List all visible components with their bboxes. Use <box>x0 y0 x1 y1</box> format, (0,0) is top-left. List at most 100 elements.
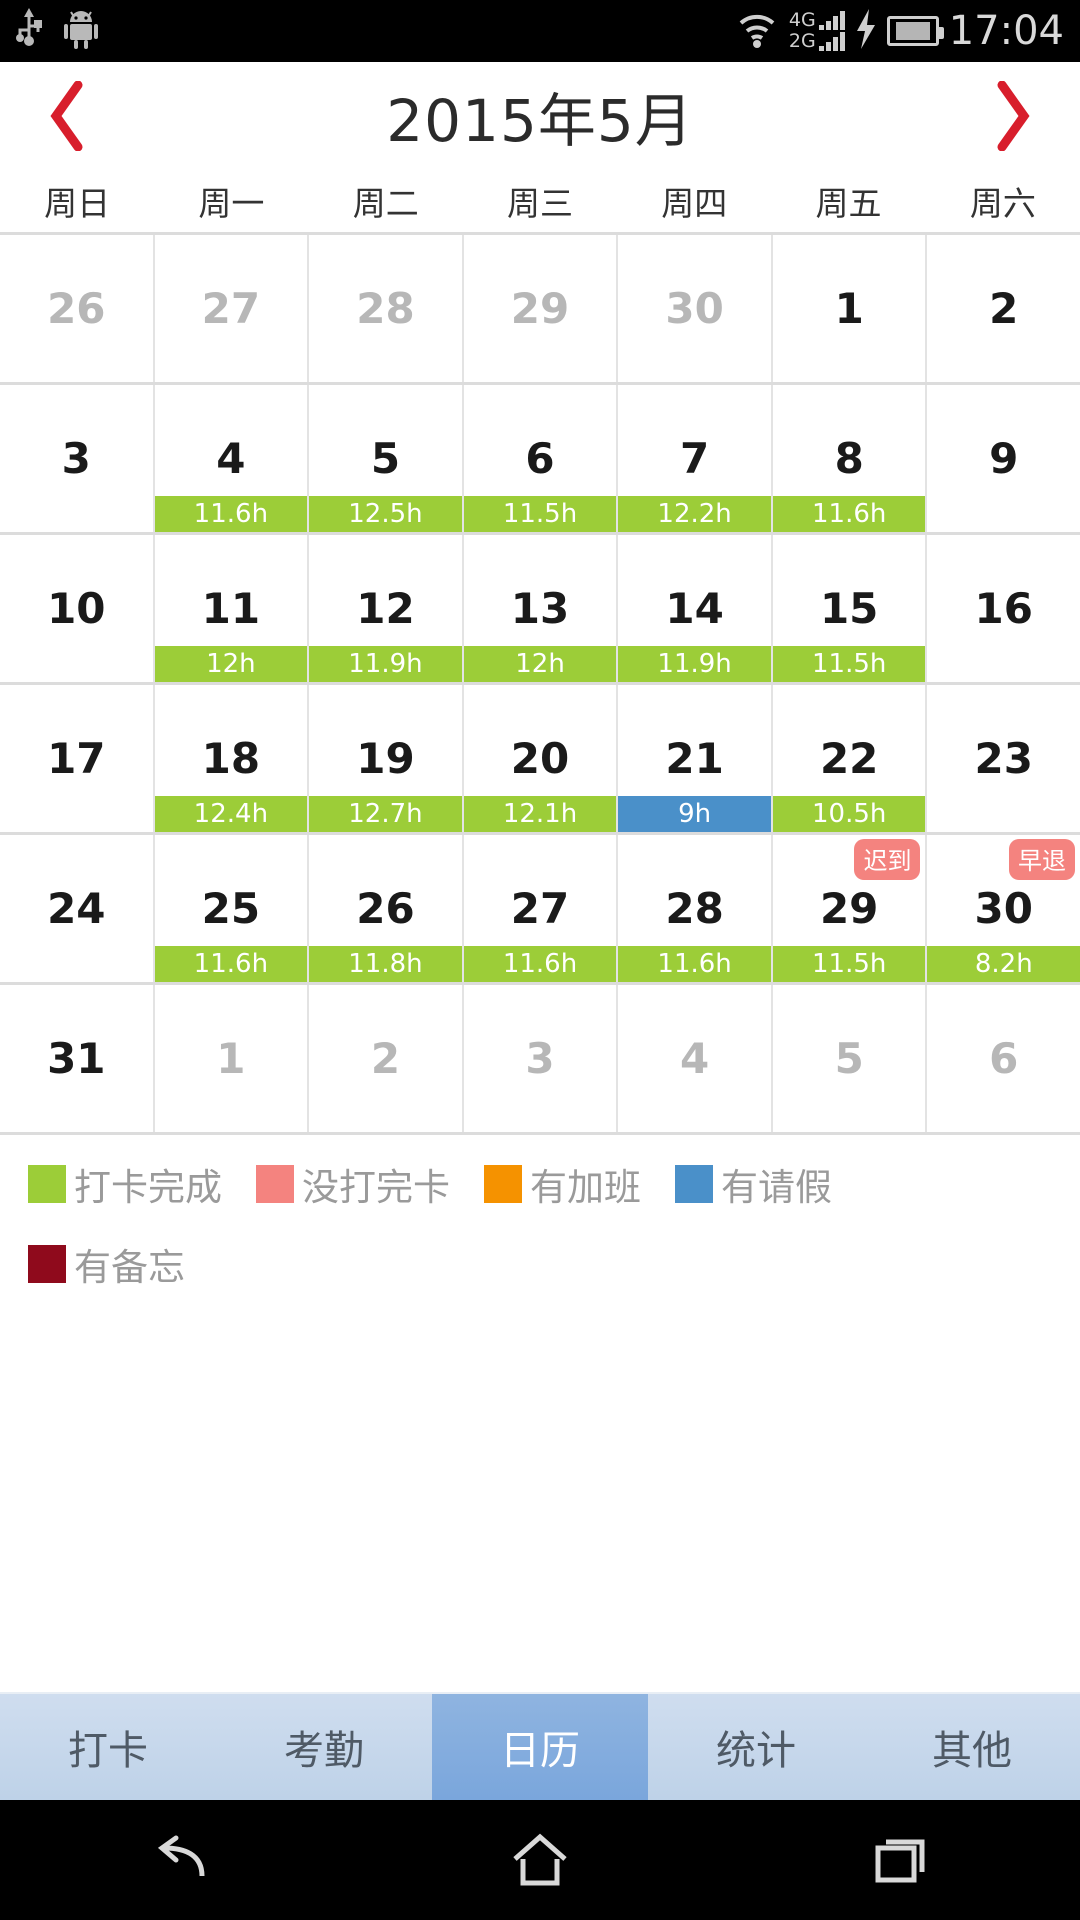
calendar-week-row: 10 11 12h 12 11.9h 13 12h 14 11.9h 15 11.5h 16 <box>0 535 1080 685</box>
recents-icon[interactable] <box>840 1800 960 1920</box>
day-number: 4 <box>679 1034 710 1083</box>
calendar-day-cell[interactable]: 17 <box>0 685 155 832</box>
day-number: 21 <box>665 734 724 783</box>
day-number: 28 <box>356 284 415 333</box>
calendar-day-cell[interactable]: 24 <box>0 835 155 982</box>
calendar-day-cell[interactable]: 5 12.5h <box>309 385 464 532</box>
status-badge: 早退 <box>1009 839 1076 880</box>
day-number: 19 <box>356 734 415 783</box>
calendar-day-cell[interactable]: 18 12.4h <box>154 685 310 832</box>
day-number: 30 <box>665 284 724 333</box>
legend-color-swatch <box>675 1165 713 1203</box>
home-icon[interactable] <box>480 1800 600 1920</box>
status-bar-clock: 17:04 <box>948 8 1064 54</box>
calendar-day-cell[interactable]: 4 11.6h <box>154 385 310 532</box>
day-number: 10 <box>47 584 106 633</box>
calendar-day-cell[interactable]: 12 11.9h <box>309 535 464 682</box>
android-robot-icon <box>64 8 98 55</box>
work-hours-bar: 12h <box>463 646 617 682</box>
calendar-day-cell[interactable]: 3 <box>0 385 155 532</box>
charging-bolt-icon <box>855 8 877 54</box>
calendar-day-cell[interactable]: 3 <box>464 985 619 1132</box>
work-hours-bar: 12.4h <box>154 796 308 832</box>
back-icon[interactable] <box>120 1800 240 1920</box>
calendar-day-cell[interactable]: 27 11.6h <box>463 835 619 982</box>
calendar-day-cell[interactable]: 23 <box>927 685 1080 832</box>
day-number: 26 <box>356 884 415 933</box>
work-hours-bar: 11.8h <box>309 946 462 982</box>
calendar-day-cell[interactable]: 25 11.6h <box>154 835 310 982</box>
calendar-day-cell[interactable]: 9 <box>927 385 1080 532</box>
weekday-label: 周四 <box>661 184 728 223</box>
work-hours-bar: 12.5h <box>309 496 462 532</box>
day-number: 3 <box>525 1034 555 1083</box>
calendar-day-cell[interactable]: 29 <box>464 235 619 382</box>
legend-label: 打卡完成 <box>74 1166 222 1209</box>
calendar-day-cell[interactable]: 5 <box>773 985 928 1132</box>
calendar-day-cell[interactable]: 13 12h <box>463 535 619 682</box>
calendar-day-cell[interactable]: 30 早退 8.2h <box>927 835 1080 982</box>
day-number: 29 <box>510 284 570 333</box>
previous-month-button[interactable] <box>46 80 90 152</box>
weekday-label: 周三 <box>506 184 573 223</box>
calendar-day-cell[interactable]: 1 <box>155 985 310 1132</box>
day-number: 16 <box>974 584 1033 633</box>
legend-row: 有备忘 <box>14 1237 1066 1291</box>
day-number: 17 <box>47 734 106 783</box>
calendar-day-cell[interactable]: 10 <box>0 535 155 682</box>
day-number: 2 <box>370 1034 401 1083</box>
day-number: 18 <box>201 734 261 783</box>
day-number: 12 <box>356 584 415 633</box>
calendar-day-cell[interactable]: 14 11.9h <box>618 535 773 682</box>
legend-label: 没打完卡 <box>302 1166 450 1209</box>
day-number: 3 <box>61 434 91 483</box>
tab-0[interactable]: 打卡 <box>0 1694 216 1800</box>
calendar-day-cell[interactable]: 2 <box>309 985 464 1132</box>
calendar-day-cell[interactable]: 28 <box>309 235 464 382</box>
calendar-day-cell[interactable]: 4 <box>618 985 773 1132</box>
calendar-day-cell[interactable]: 7 12.2h <box>618 385 773 532</box>
calendar-day-cell[interactable]: 27 <box>155 235 310 382</box>
legend: 打卡完成 没打完卡 有加班 有请假 有备忘 <box>0 1135 1080 1291</box>
calendar-day-cell[interactable]: 1 <box>773 235 928 382</box>
calendar-day-cell[interactable]: 31 <box>0 985 155 1132</box>
tab-3[interactable]: 统计 <box>648 1694 864 1800</box>
calendar-day-cell[interactable]: 29 迟到 11.5h <box>772 835 928 982</box>
next-month-button[interactable] <box>990 80 1034 152</box>
day-number: 11 <box>201 584 261 633</box>
work-hours-bar: 12.7h <box>309 796 462 832</box>
calendar-day-cell[interactable]: 6 11.5h <box>463 385 619 532</box>
weekday-label: 周六 <box>969 184 1036 223</box>
calendar-day-cell[interactable]: 15 11.5h <box>772 535 928 682</box>
calendar-day-cell[interactable]: 16 <box>927 535 1080 682</box>
day-number: 31 <box>47 1034 106 1083</box>
tab-4[interactable]: 其他 <box>864 1694 1080 1800</box>
usb-icon <box>16 7 42 55</box>
calendar-day-cell[interactable]: 6 <box>927 985 1080 1132</box>
calendar-day-cell[interactable]: 30 <box>618 235 773 382</box>
tab-2[interactable]: 日历 <box>432 1694 648 1800</box>
tab-1[interactable]: 考勤 <box>216 1694 432 1800</box>
legend-color-swatch <box>484 1165 522 1203</box>
calendar-day-cell[interactable]: 8 11.6h <box>772 385 928 532</box>
month-navigation-header: 2015年5月 <box>0 62 1080 170</box>
calendar-day-cell[interactable]: 21 9h <box>618 685 773 832</box>
calendar-day-cell[interactable]: 22 10.5h <box>772 685 928 832</box>
weekday-label: 周日 <box>44 184 111 223</box>
battery-icon <box>886 16 944 46</box>
day-number: 25 <box>201 884 261 933</box>
work-hours-bar: 11.6h <box>154 496 308 532</box>
day-number: 9 <box>989 434 1019 483</box>
calendar-day-cell[interactable]: 19 12.7h <box>309 685 464 832</box>
day-number: 27 <box>510 884 570 933</box>
calendar-day-cell[interactable]: 11 12h <box>154 535 310 682</box>
calendar-day-cell[interactable]: 20 12.1h <box>463 685 619 832</box>
calendar-day-cell[interactable]: 26 <box>0 235 155 382</box>
calendar-week-row: 17 18 12.4h 19 12.7h 20 12.1h 21 9h 22 10.5h 23 <box>0 685 1080 835</box>
calendar-day-cell[interactable]: 28 11.6h <box>618 835 773 982</box>
calendar-day-cell[interactable]: 2 <box>927 235 1080 382</box>
day-number: 20 <box>510 734 570 783</box>
calendar-grid: 26 27 28 29 30 1 2 3 4 11.6h 5 12.5h 6 11.5h 7 12.2h 8 11… <box>0 232 1080 1135</box>
calendar-day-cell[interactable]: 26 11.8h <box>309 835 464 982</box>
legend-label: 有请假 <box>721 1166 832 1209</box>
